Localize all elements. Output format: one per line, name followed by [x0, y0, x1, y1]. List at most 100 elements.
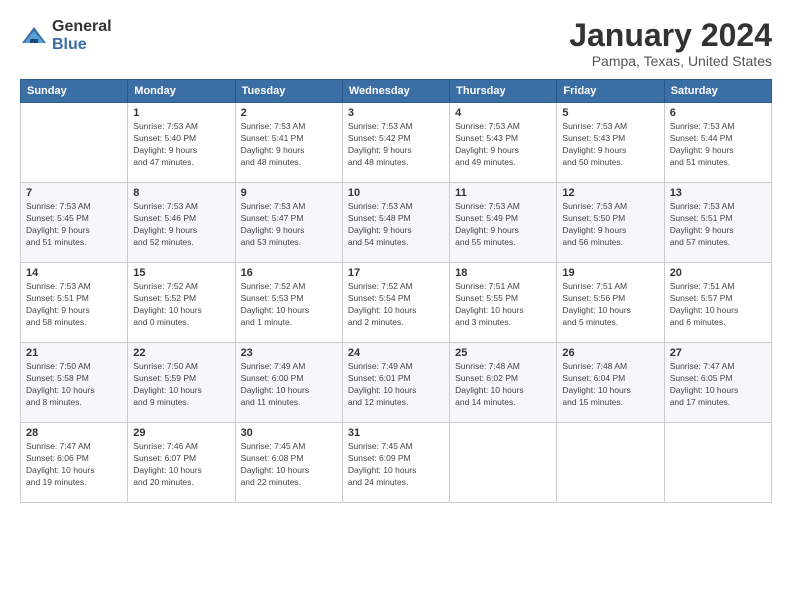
day-info: Sunrise: 7:53 AM Sunset: 5:41 PM Dayligh…	[241, 121, 337, 169]
day-number: 20	[670, 267, 766, 279]
calendar-cell: 23 Sunrise: 7:49 AM Sunset: 6:00 PM Dayli…	[235, 343, 342, 423]
calendar-cell: 17 Sunrise: 7:52 AM Sunset: 5:54 PM Dayli…	[342, 263, 449, 343]
logo-general: General	[52, 18, 112, 35]
calendar-cell: 8 Sunrise: 7:53 AM Sunset: 5:46 PM Daylig…	[128, 183, 235, 263]
day-info: Sunrise: 7:53 AM Sunset: 5:51 PM Dayligh…	[26, 281, 122, 329]
day-info: Sunrise: 7:53 AM Sunset: 5:51 PM Dayligh…	[670, 201, 766, 249]
calendar-cell: 19 Sunrise: 7:51 AM Sunset: 5:56 PM Dayli…	[557, 263, 664, 343]
calendar-cell: 22 Sunrise: 7:50 AM Sunset: 5:59 PM Dayli…	[128, 343, 235, 423]
day-number: 26	[562, 347, 658, 359]
day-info: Sunrise: 7:50 AM Sunset: 5:59 PM Dayligh…	[133, 361, 229, 409]
day-number: 14	[26, 267, 122, 279]
weekday-header-wednesday: Wednesday	[342, 80, 449, 103]
calendar-cell: 10Sunrise: 7:53 AM Sunset: 5:48 PM Dayli…	[342, 183, 449, 263]
calendar-cell: 30 Sunrise: 7:45 AM Sunset: 6:08 PM Dayli…	[235, 423, 342, 503]
weekday-header-thursday: Thursday	[450, 80, 557, 103]
day-info: Sunrise: 7:49 AM Sunset: 6:00 PM Dayligh…	[241, 361, 337, 409]
day-number: 12	[562, 187, 658, 199]
day-info: Sunrise: 7:52 AM Sunset: 5:54 PM Dayligh…	[348, 281, 444, 329]
calendar-cell: 13 Sunrise: 7:53 AM Sunset: 5:51 PM Dayli…	[664, 183, 771, 263]
title-block: January 2024 Pampa, Texas, United States	[569, 18, 772, 69]
calendar-table: SundayMondayTuesdayWednesdayThursdayFrid…	[20, 79, 772, 503]
day-number: 19	[562, 267, 658, 279]
calendar-cell: 9Sunrise: 7:53 AM Sunset: 5:47 PM Daylig…	[235, 183, 342, 263]
day-number: 17	[348, 267, 444, 279]
calendar-cell: 12 Sunrise: 7:53 AM Sunset: 5:50 PM Dayli…	[557, 183, 664, 263]
day-number: 15	[133, 267, 229, 279]
page: General Blue January 2024 Pampa, Texas, …	[0, 0, 792, 612]
calendar-cell: 28 Sunrise: 7:47 AM Sunset: 6:06 PM Dayli…	[21, 423, 128, 503]
calendar-cell: 4Sunrise: 7:53 AM Sunset: 5:43 PM Daylig…	[450, 103, 557, 183]
logo-text: General Blue	[52, 18, 112, 54]
day-info: Sunrise: 7:53 AM Sunset: 5:40 PM Dayligh…	[133, 121, 229, 169]
day-number: 21	[26, 347, 122, 359]
day-number: 31	[348, 427, 444, 439]
day-number: 25	[455, 347, 551, 359]
day-number: 18	[455, 267, 551, 279]
weekday-header-monday: Monday	[128, 80, 235, 103]
day-info: Sunrise: 7:53 AM Sunset: 5:44 PM Dayligh…	[670, 121, 766, 169]
calendar-week-5: 28 Sunrise: 7:47 AM Sunset: 6:06 PM Dayli…	[21, 423, 772, 503]
day-number: 8	[133, 187, 229, 199]
calendar-cell: 14 Sunrise: 7:53 AM Sunset: 5:51 PM Dayli…	[21, 263, 128, 343]
calendar-week-1: 1 Sunrise: 7:53 AM Sunset: 5:40 PM Daylig…	[21, 103, 772, 183]
day-info: Sunrise: 7:53 AM Sunset: 5:45 PM Dayligh…	[26, 201, 122, 249]
calendar-cell	[21, 103, 128, 183]
calendar-cell: 25 Sunrise: 7:48 AM Sunset: 6:02 PM Dayli…	[450, 343, 557, 423]
day-info: Sunrise: 7:53 AM Sunset: 5:49 PM Dayligh…	[455, 201, 551, 249]
day-number: 13	[670, 187, 766, 199]
day-number: 3	[348, 107, 444, 119]
day-info: Sunrise: 7:53 AM Sunset: 5:50 PM Dayligh…	[562, 201, 658, 249]
day-number: 24	[348, 347, 444, 359]
day-number: 6	[670, 107, 766, 119]
day-info: Sunrise: 7:53 AM Sunset: 5:43 PM Dayligh…	[455, 121, 551, 169]
calendar-cell: 7 Sunrise: 7:53 AM Sunset: 5:45 PM Daylig…	[21, 183, 128, 263]
calendar-cell: 31 Sunrise: 7:45 AM Sunset: 6:09 PM Dayli…	[342, 423, 449, 503]
day-number: 29	[133, 427, 229, 439]
day-number: 28	[26, 427, 122, 439]
calendar-cell: 27Sunrise: 7:47 AM Sunset: 6:05 PM Dayli…	[664, 343, 771, 423]
logo: General Blue	[20, 18, 112, 54]
calendar-cell: 18 Sunrise: 7:51 AM Sunset: 5:55 PM Dayli…	[450, 263, 557, 343]
day-info: Sunrise: 7:52 AM Sunset: 5:53 PM Dayligh…	[241, 281, 337, 329]
day-info: Sunrise: 7:51 AM Sunset: 5:55 PM Dayligh…	[455, 281, 551, 329]
weekday-header-saturday: Saturday	[664, 80, 771, 103]
day-info: Sunrise: 7:45 AM Sunset: 6:08 PM Dayligh…	[241, 441, 337, 489]
day-info: Sunrise: 7:45 AM Sunset: 6:09 PM Dayligh…	[348, 441, 444, 489]
calendar-cell: 16Sunrise: 7:52 AM Sunset: 5:53 PM Dayli…	[235, 263, 342, 343]
day-info: Sunrise: 7:53 AM Sunset: 5:43 PM Dayligh…	[562, 121, 658, 169]
day-info: Sunrise: 7:47 AM Sunset: 6:05 PM Dayligh…	[670, 361, 766, 409]
weekday-header-sunday: Sunday	[21, 80, 128, 103]
calendar-week-2: 7 Sunrise: 7:53 AM Sunset: 5:45 PM Daylig…	[21, 183, 772, 263]
day-info: Sunrise: 7:47 AM Sunset: 6:06 PM Dayligh…	[26, 441, 122, 489]
calendar-cell: 3Sunrise: 7:53 AM Sunset: 5:42 PM Daylig…	[342, 103, 449, 183]
subtitle: Pampa, Texas, United States	[569, 53, 772, 69]
calendar-cell: 15Sunrise: 7:52 AM Sunset: 5:52 PM Dayli…	[128, 263, 235, 343]
calendar-cell: 21Sunrise: 7:50 AM Sunset: 5:58 PM Dayli…	[21, 343, 128, 423]
day-info: Sunrise: 7:53 AM Sunset: 5:46 PM Dayligh…	[133, 201, 229, 249]
day-info: Sunrise: 7:48 AM Sunset: 6:02 PM Dayligh…	[455, 361, 551, 409]
day-number: 7	[26, 187, 122, 199]
day-info: Sunrise: 7:49 AM Sunset: 6:01 PM Dayligh…	[348, 361, 444, 409]
day-number: 2	[241, 107, 337, 119]
weekday-header-friday: Friday	[557, 80, 664, 103]
calendar-cell	[557, 423, 664, 503]
calendar-cell: 29Sunrise: 7:46 AM Sunset: 6:07 PM Dayli…	[128, 423, 235, 503]
calendar-week-3: 14 Sunrise: 7:53 AM Sunset: 5:51 PM Dayli…	[21, 263, 772, 343]
day-number: 23	[241, 347, 337, 359]
header: General Blue January 2024 Pampa, Texas, …	[20, 18, 772, 69]
weekday-header-tuesday: Tuesday	[235, 80, 342, 103]
calendar-cell: 11Sunrise: 7:53 AM Sunset: 5:49 PM Dayli…	[450, 183, 557, 263]
day-number: 1	[133, 107, 229, 119]
day-number: 30	[241, 427, 337, 439]
calendar-cell: 2 Sunrise: 7:53 AM Sunset: 5:41 PM Daylig…	[235, 103, 342, 183]
calendar-cell: 24 Sunrise: 7:49 AM Sunset: 6:01 PM Dayli…	[342, 343, 449, 423]
calendar-cell	[450, 423, 557, 503]
day-number: 22	[133, 347, 229, 359]
calendar-cell	[664, 423, 771, 503]
day-info: Sunrise: 7:51 AM Sunset: 5:56 PM Dayligh…	[562, 281, 658, 329]
calendar-week-4: 21Sunrise: 7:50 AM Sunset: 5:58 PM Dayli…	[21, 343, 772, 423]
calendar-cell: 26Sunrise: 7:48 AM Sunset: 6:04 PM Dayli…	[557, 343, 664, 423]
day-info: Sunrise: 7:51 AM Sunset: 5:57 PM Dayligh…	[670, 281, 766, 329]
day-number: 5	[562, 107, 658, 119]
